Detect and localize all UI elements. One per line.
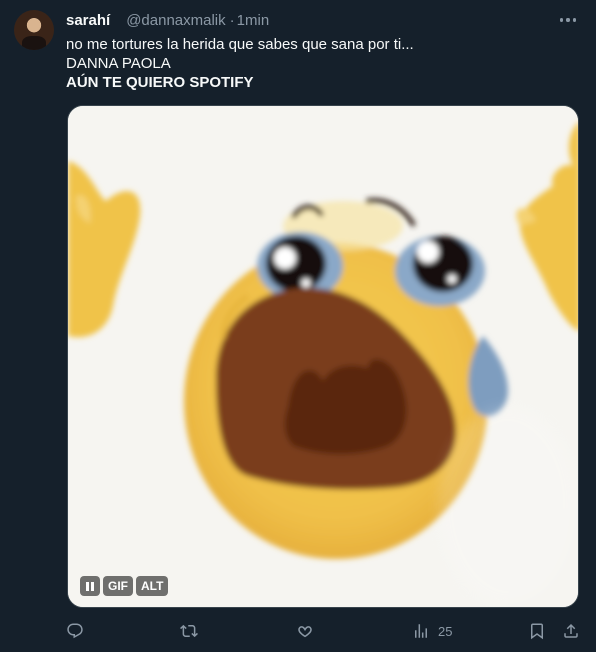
tweet[interactable]: sarahí @dannaxmalik · 1min no me torture… <box>0 0 596 652</box>
tweet-text: no me tortures la herida que sabes que s… <box>66 35 566 92</box>
gif-badge: GIF <box>103 576 133 596</box>
separator: · <box>229 11 235 29</box>
tweet-header: sarahí @dannaxmalik · 1min <box>66 10 596 30</box>
more-options-icon[interactable] <box>556 8 580 32</box>
views-button[interactable]: 25 <box>412 620 452 642</box>
retweet-icon <box>180 624 198 638</box>
author-handle[interactable]: @dannaxmalik <box>126 12 225 29</box>
share-icon <box>564 623 578 638</box>
pause-icon <box>86 581 89 591</box>
media-badges: GIF ALT <box>80 576 169 596</box>
retweet-button[interactable] <box>180 620 198 642</box>
tweet-text-line-3: AÚN TE QUIERO SPOTIFY <box>66 74 254 91</box>
views-chart-icon <box>415 624 427 638</box>
timestamp[interactable]: 1min <box>237 12 270 29</box>
bookmark-button[interactable] <box>528 620 546 642</box>
bookmark-icon <box>531 623 543 640</box>
alt-badge[interactable]: ALT <box>136 576 169 596</box>
crying-emoji-icon <box>68 106 578 607</box>
pause-button[interactable] <box>80 576 100 596</box>
reply-button[interactable] <box>66 620 84 642</box>
tweet-actions: 25 <box>66 620 582 642</box>
like-button[interactable] <box>296 620 314 642</box>
heart-icon <box>298 626 312 638</box>
gif-media[interactable]: GIF ALT <box>67 105 579 608</box>
reply-icon <box>67 623 83 639</box>
tweet-text-line-2: DANNA PAOLA <box>66 55 171 72</box>
share-button[interactable] <box>562 620 580 642</box>
tweet-text-line-1: no me tortures la herida que sabes que s… <box>66 36 414 53</box>
avatar[interactable] <box>14 10 54 50</box>
views-count: 25 <box>438 623 453 639</box>
author-name[interactable]: sarahí <box>66 12 110 29</box>
